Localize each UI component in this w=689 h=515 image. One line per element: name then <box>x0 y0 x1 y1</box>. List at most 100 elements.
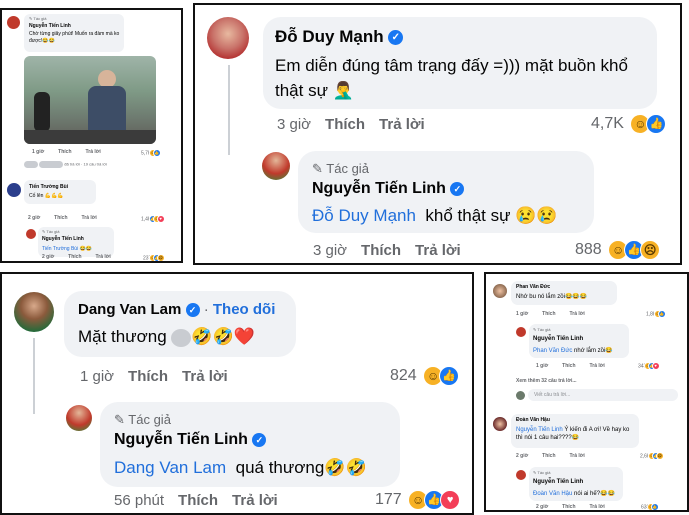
like-button[interactable]: Thích <box>178 492 218 509</box>
reply-button[interactable]: Trả lời <box>96 254 111 260</box>
reply-input[interactable]: Viết câu trả lời... <box>528 389 678 401</box>
hidden-reply-summary[interactable]: đã trả lời · 19 câu trả lời <box>24 161 107 168</box>
commenter-name[interactable]: Nguyễn Tiến Linh <box>312 180 446 197</box>
like-button[interactable]: Thích <box>562 363 575 369</box>
commenter-name[interactable]: Nguyễn Tiến Linh <box>533 336 583 342</box>
reaction-count[interactable]: 237 ☺👍☹ <box>143 254 165 261</box>
reaction-count[interactable]: 4,7K ☺ 👍 <box>591 114 667 134</box>
avatar[interactable] <box>516 327 526 337</box>
comment-actions: 2 giờ Thích Trả lời <box>42 254 125 260</box>
hidden-name <box>39 161 64 168</box>
avatar[interactable] <box>262 152 290 180</box>
reaction-count[interactable]: 5,7K ☺👍 <box>141 149 161 157</box>
reply-button[interactable]: Trả lời <box>86 149 101 155</box>
avatar[interactable] <box>516 391 525 400</box>
commenter-name[interactable]: Nguyễn Tiến Linh <box>114 431 248 448</box>
comment-text: Mặt thương 🤣🤣❤️ <box>78 327 255 347</box>
reply-button[interactable]: Trả lời <box>379 116 425 133</box>
love-icon: ♥ <box>440 490 461 510</box>
comment-actions: 56 phút Thích Trả lời <box>114 492 292 509</box>
view-more-replies-link[interactable]: Xem thêm 32 câu trả lời... <box>516 378 577 384</box>
reaction-count[interactable]: 638 ☺👍 <box>641 503 659 510</box>
avatar[interactable] <box>493 284 507 298</box>
avatar[interactable] <box>493 417 507 431</box>
reply-bubble: ✎ Tác giả Nguyễn Tiến Linh Phan Văn Đức … <box>529 324 629 358</box>
reaction-count[interactable]: 888 ☺ 👍 ☹ <box>575 240 661 260</box>
comment-bubble: ✎ Tác giả Nguyễn Tiến Linh Chờ từng giây… <box>24 14 124 52</box>
comment-bubble: Tiến Trường Bùi Cố lên 💪💪💪 <box>24 180 96 204</box>
avatar[interactable] <box>26 229 36 239</box>
comment-actions: 1 giờ Thích Trả lời <box>80 368 242 385</box>
like-icon: 👍 <box>439 366 460 386</box>
avatar[interactable] <box>14 292 54 332</box>
comment-actions: 1 giờ Thích Trả lời <box>536 363 619 369</box>
thread-line <box>228 65 230 155</box>
verified-badge-icon: ✓ <box>450 181 465 196</box>
avatar[interactable] <box>7 16 20 29</box>
like-icon: 👍 <box>646 114 667 134</box>
follow-button[interactable]: Theo dõi <box>213 301 276 318</box>
timestamp: 3 giờ <box>313 242 348 259</box>
attached-photo[interactable] <box>24 56 156 144</box>
like-button[interactable]: Thích <box>542 311 555 317</box>
comment-actions: 1 giờ Thích Trả lời <box>516 311 599 317</box>
avatar[interactable] <box>7 183 21 197</box>
reply-button[interactable]: Trả lời <box>570 311 585 317</box>
like-button[interactable]: Thích <box>542 453 555 459</box>
like-button[interactable]: Thích <box>562 504 575 510</box>
reply-button[interactable]: Trả lời <box>232 492 278 509</box>
reply-button[interactable]: Trả lời <box>590 504 605 510</box>
reply-text: Dang Van Lam quá thương🤣🤣 <box>114 458 367 477</box>
commenter-name[interactable]: Đoàn Văn Hậu <box>516 417 550 423</box>
like-icon: 👍 <box>657 310 666 318</box>
reaction-count[interactable]: 1,4K 👍☺♥ <box>141 215 165 223</box>
reply-bubble: ✎ Tác giả Nguyễn Tiến Linh Tiến Trường B… <box>38 227 114 257</box>
reaction-count[interactable]: 2,6K ☺👍☹ <box>640 452 664 460</box>
mention-link[interactable]: Dang Van Lam <box>114 458 226 477</box>
commenter-name[interactable]: Nguyễn Tiến Linh <box>42 236 84 242</box>
comment-panel-1: ✎ Tác giả Nguyễn Tiến Linh Chờ từng giây… <box>0 8 183 263</box>
mention-link[interactable]: Phan Văn Đức <box>533 348 572 354</box>
thread-line <box>33 338 35 414</box>
like-button[interactable]: Thích <box>325 116 365 133</box>
reply-button[interactable]: Trả lời <box>182 368 228 385</box>
mention-link[interactable]: Đỗ Duy Mạnh <box>312 206 416 225</box>
like-button[interactable]: Thích <box>54 215 67 221</box>
reaction-count[interactable]: 177 ☺ 👍 ♥ <box>375 490 461 510</box>
mention-link[interactable]: Tiến Trường Bùi <box>42 246 78 252</box>
like-button[interactable]: Thích <box>128 368 168 385</box>
reply-button[interactable]: Trả lời <box>82 215 97 221</box>
reply-button[interactable]: Trả lời <box>570 453 585 459</box>
mention-link[interactable]: Đoàn Văn Hậu <box>533 491 572 497</box>
commenter-name[interactable]: Nguyễn Tiến Linh <box>533 479 583 485</box>
reaction-count[interactable]: 343 ☺👍♥ <box>638 362 660 370</box>
reply-text: Đoàn Văn Hậu nói ai hế?😂😂 <box>533 491 616 497</box>
reply-button[interactable]: Trả lời <box>415 242 461 259</box>
verified-badge-icon: ✓ <box>185 303 200 318</box>
reply-button[interactable]: Trả lời <box>590 363 605 369</box>
timestamp: 2 giờ <box>516 453 529 459</box>
avatar[interactable] <box>66 405 92 431</box>
commenter-name[interactable]: Nguyễn Tiến Linh <box>29 23 71 29</box>
verified-badge-icon: ✓ <box>388 30 404 46</box>
love-icon: ♥ <box>651 362 660 370</box>
timestamp: 2 giờ <box>42 254 55 260</box>
mention-link[interactable]: Nguyễn Tiến Linh <box>516 427 563 433</box>
like-button[interactable]: Thích <box>361 242 401 259</box>
comment-actions: 3 giờ Thích Trả lời <box>313 242 475 259</box>
commenter-name[interactable]: Dang Van Lam <box>78 301 181 318</box>
commenter-name[interactable]: Đỗ Duy Mạnh <box>275 27 384 46</box>
comment-actions: 2 giờ Thích Trả lời <box>516 453 599 459</box>
like-button[interactable]: Thích <box>58 149 71 155</box>
pen-icon: ✎ <box>533 470 537 475</box>
commenter-name[interactable]: Tiến Trường Bùi <box>29 184 68 190</box>
commenter-name[interactable]: Phan Văn Đức <box>516 284 550 290</box>
like-button[interactable]: Thích <box>68 254 81 260</box>
reaction-count[interactable]: 824 ☺ 👍 <box>390 366 460 386</box>
avatar[interactable] <box>207 17 249 59</box>
avatar[interactable] <box>516 470 526 480</box>
timestamp: 56 phút <box>114 492 165 509</box>
reaction-count[interactable]: 1,8K ☺👍 <box>646 310 666 318</box>
comment-text: Cố lên 💪💪💪 <box>29 193 64 199</box>
sad-icon: ☹ <box>640 240 661 260</box>
